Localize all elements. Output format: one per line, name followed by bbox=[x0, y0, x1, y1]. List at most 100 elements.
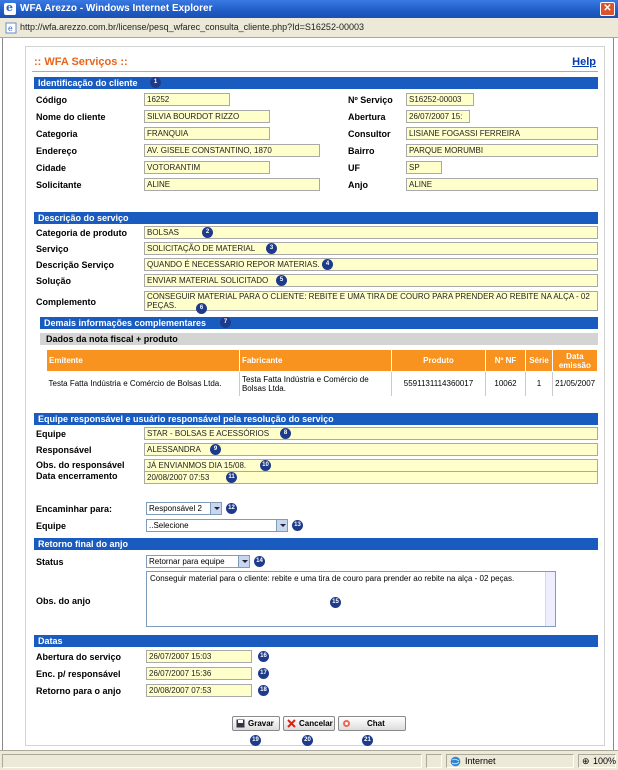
responsavel-label: Responsável bbox=[36, 445, 92, 455]
badge-7: 7 bbox=[220, 317, 231, 328]
chevron-down-icon bbox=[210, 503, 221, 514]
nota-subhead: Dados da nota fiscal + produto bbox=[40, 333, 598, 345]
badge-4: 4 bbox=[322, 259, 333, 270]
enc-responsavel-field[interactable]: 26/07/2007 15:36 bbox=[146, 667, 252, 680]
bairro-label: Bairro bbox=[348, 146, 375, 156]
cell-serie: 1 bbox=[525, 371, 553, 396]
endereco-field[interactable]: AV. GISELE CONSTANTINO, 1870 bbox=[144, 144, 320, 157]
scrollbar[interactable] bbox=[545, 572, 555, 626]
col-nnf: Nº NF bbox=[484, 349, 527, 372]
retorno-anjo-label: Retorno para o anjo bbox=[36, 686, 122, 696]
badge-12: 12 bbox=[226, 503, 237, 514]
solicitante-label: Solicitante bbox=[36, 180, 82, 190]
solucao-field[interactable]: ENVIAR MATERIAL SOLICITADO bbox=[144, 274, 598, 287]
divider bbox=[32, 71, 598, 72]
badge-1: 1 bbox=[150, 77, 161, 88]
page-icon: e bbox=[5, 22, 17, 34]
section-equipe: Equipe responsável e usuário responsável… bbox=[34, 413, 598, 425]
uf-field[interactable]: SP bbox=[406, 161, 442, 174]
nome-field[interactable]: SILVIA BOURDOT RIZZO bbox=[144, 110, 270, 123]
section-demais: Demais informações complementares bbox=[40, 317, 598, 329]
descricao-field[interactable]: QUANDO É NECESSARIO REPOR MATERIAS. bbox=[144, 258, 598, 271]
window-titlebar: WFA Arezzo - Windows Internet Explorer ✕ bbox=[0, 0, 618, 18]
consultor-field[interactable]: LISIANE FOGASSI FERREIRA bbox=[406, 127, 598, 140]
gravar-button[interactable]: Gravar bbox=[232, 716, 280, 731]
uf-label: UF bbox=[348, 163, 360, 173]
chevron-down-icon bbox=[276, 520, 287, 531]
consultor-label: Consultor bbox=[348, 129, 391, 139]
address-bar: e http://wfa.arezzo.com.br/license/pesq_… bbox=[0, 18, 618, 38]
categoria-field[interactable]: FRANQUIA bbox=[144, 127, 270, 140]
cell-fabricante: Testa Fatta Indústria e Comércio de Bols… bbox=[239, 371, 393, 396]
col-fabricante: Fabricante bbox=[238, 349, 393, 372]
solucao-label: Solução bbox=[36, 276, 72, 286]
zoom-icon: ⊕ bbox=[582, 756, 590, 766]
abertura-servico-field[interactable]: 26/07/2007 15:03 bbox=[146, 650, 252, 663]
cancelar-button[interactable]: Cancelar bbox=[283, 716, 335, 731]
ie-app-icon bbox=[4, 1, 16, 15]
globe-icon bbox=[450, 756, 461, 767]
data-encerramento-label: Data encerramento bbox=[36, 471, 118, 481]
abertura-servico-label: Abertura do serviço bbox=[36, 652, 122, 662]
close-icon[interactable]: ✕ bbox=[600, 2, 615, 16]
equipe-field[interactable]: STAR - BOLSAS E ACESSÓRIOS bbox=[144, 427, 598, 440]
data-encerramento-field[interactable]: 20/08/2007 07:53 bbox=[144, 471, 598, 484]
abertura-field[interactable]: 26/07/2007 15: bbox=[406, 110, 470, 123]
url-text[interactable]: http://wfa.arezzo.com.br/license/pesq_wf… bbox=[20, 22, 364, 32]
chevron-down-icon bbox=[238, 556, 249, 567]
badge-16: 16 bbox=[258, 651, 269, 662]
section-descricao: Descrição do serviço bbox=[34, 212, 598, 224]
cell-nnf: 10062 bbox=[485, 371, 527, 396]
status-panel bbox=[2, 754, 422, 768]
window-title: WFA Arezzo - Windows Internet Explorer bbox=[20, 3, 213, 14]
cidade-label: Cidade bbox=[36, 163, 67, 173]
status-select[interactable]: Retornar para equipe bbox=[146, 555, 250, 568]
obs-anjo-label: Obs. do anjo bbox=[36, 596, 91, 606]
descricao-label: Descrição Serviço bbox=[36, 260, 115, 270]
cell-emitente: Testa Fatta Indústria e Comércio de Bols… bbox=[46, 371, 240, 396]
abertura-label: Abertura bbox=[348, 112, 386, 122]
bairro-field[interactable]: PARQUE MORUMBI bbox=[406, 144, 598, 157]
zoom-panel[interactable]: ⊕ 100% bbox=[578, 754, 616, 768]
badge-17: 17 bbox=[258, 668, 269, 679]
cidade-field[interactable]: VOTORANTIM bbox=[144, 161, 270, 174]
page-viewport: :: WFA Serviços :: Help Identificação do… bbox=[2, 38, 614, 750]
nome-label: Nome do cliente bbox=[36, 112, 106, 122]
encaminhar-label: Encaminhar para: bbox=[36, 504, 113, 514]
encaminhar-select[interactable]: Responsável 2 bbox=[146, 502, 222, 515]
cell-data-emissao: 21/05/2007 bbox=[555, 379, 596, 389]
badge-18: 18 bbox=[258, 685, 269, 696]
solicitante-field[interactable]: ALINE bbox=[144, 178, 320, 191]
retorno-anjo-field[interactable]: 20/08/2007 07:53 bbox=[146, 684, 252, 697]
equipe-select[interactable]: ..Selecione bbox=[146, 519, 288, 532]
svg-text:e: e bbox=[8, 24, 13, 33]
enc-responsavel-label: Enc. p/ responsável bbox=[36, 669, 121, 679]
page-title: :: WFA Serviços :: bbox=[34, 56, 128, 68]
cell-produto: 5591131114360017 bbox=[391, 371, 486, 396]
badge-15: 15 bbox=[330, 597, 341, 608]
complemento-field[interactable]: CONSEGUIR MATERIAL PARA O CLIENTE: REBIT… bbox=[144, 291, 598, 311]
section-retorno: Retorno final do anjo bbox=[34, 538, 598, 550]
anjo-field[interactable]: ALINE bbox=[406, 178, 598, 191]
cancel-icon bbox=[287, 719, 296, 728]
help-link[interactable]: Help bbox=[572, 56, 596, 68]
complemento-label: Complemento bbox=[36, 297, 97, 307]
obs-anjo-textarea[interactable]: Conseguir material para o cliente: rebit… bbox=[146, 571, 556, 627]
badge-9: 9 bbox=[210, 444, 221, 455]
nservico-field[interactable]: S16252-00003 bbox=[406, 93, 474, 106]
codigo-field[interactable]: 16252 bbox=[144, 93, 230, 106]
section-datas: Datas bbox=[34, 635, 598, 647]
col-serie: Série bbox=[525, 349, 553, 372]
badge-10: 10 bbox=[260, 460, 271, 471]
chat-button[interactable]: Chat bbox=[338, 716, 406, 731]
badge-11: 11 bbox=[226, 472, 237, 483]
badge-2: 2 bbox=[202, 227, 213, 238]
nservico-label: Nº Serviço bbox=[348, 95, 393, 105]
badge-5: 5 bbox=[276, 275, 287, 286]
codigo-label: Código bbox=[36, 95, 67, 105]
servico-field[interactable]: SOLICITAÇÃO DE MATERIAL bbox=[144, 242, 598, 255]
lock-panel bbox=[426, 754, 442, 768]
badge-20: 20 bbox=[302, 735, 313, 746]
col-produto: Produto bbox=[391, 349, 486, 372]
obs-responsavel-label: Obs. do responsável bbox=[36, 460, 125, 470]
